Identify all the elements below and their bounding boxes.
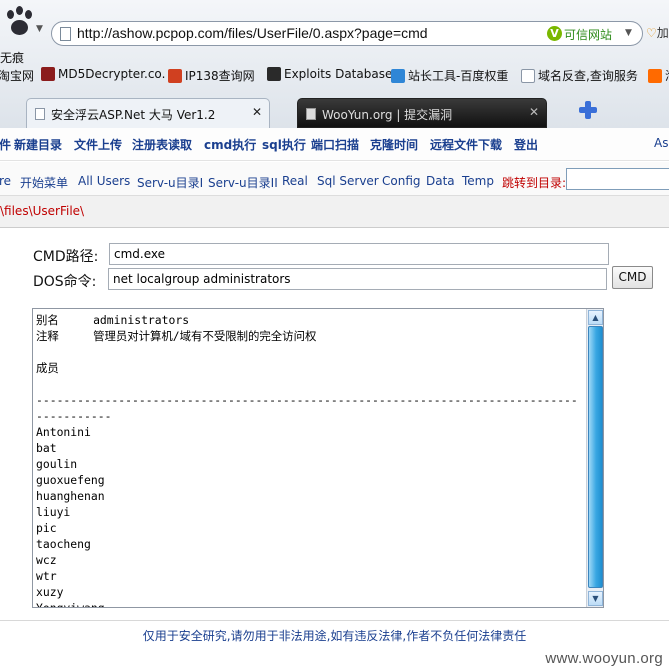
shortcut-item[interactable]: Temp	[462, 174, 494, 188]
shortcut-item[interactable]: Config	[382, 174, 421, 188]
shortcut-item[interactable]: Sql Server	[317, 174, 379, 188]
bookmark-label: Exploits Database	[284, 67, 393, 81]
bookmark-item[interactable]: IP138查询网	[168, 67, 255, 84]
menu-item[interactable]: cmd执行	[204, 136, 256, 153]
menu-item[interactable]: 新建目录	[14, 136, 62, 153]
dos-command-label: DOS命令:	[33, 274, 97, 290]
ip138-icon	[168, 69, 182, 83]
path-bar: \files\UserFile\	[0, 196, 669, 228]
bookmark-label: MD5Decrypter.co.	[58, 67, 166, 81]
bookmark-item[interactable]: 淘宝网	[0, 67, 34, 84]
bookmark-item[interactable]: MD5Decrypter.co.	[41, 67, 165, 81]
tab-active[interactable]: 安全浮云ASP.Net 大马 Ver1.2 ✕	[26, 98, 270, 128]
watermark: www.wooyun.org	[545, 650, 663, 667]
page-icon	[35, 108, 45, 120]
page-icon	[306, 108, 316, 120]
tab-label: 安全浮云ASP.Net 大马 Ver1.2	[51, 108, 216, 122]
disclaimer-footer: 仅用于安全研究,请勿用于非法用途,如有违反法律,作者不负任何法律责任	[142, 629, 527, 643]
toolbar-right-text[interactable]: ♡加	[646, 24, 669, 41]
tab-bar: 安全浮云ASP.Net 大马 Ver1.2 ✕ WooYun.org | 提交漏…	[0, 92, 669, 128]
bookmark-label: 站长工具-百度权重	[408, 69, 509, 83]
close-icon[interactable]: ✕	[252, 105, 262, 119]
new-tab-plus-icon[interactable]	[578, 100, 598, 120]
chinaz-icon	[391, 69, 405, 83]
menu-item[interactable]: 远程文件下载	[430, 136, 502, 153]
taobao-icon	[648, 69, 662, 83]
bookmark-label: IP138查询网	[185, 69, 255, 83]
bookmark-item[interactable]: 域名反查,查询服务	[521, 67, 638, 84]
bookmarks-bar: 淘宝网 MD5Decrypter.co. IP138查询网 Exploits Data…	[0, 64, 669, 86]
scroll-down-icon[interactable]: ▼	[588, 591, 603, 606]
close-icon[interactable]: ✕	[529, 105, 539, 119]
bookmark-item[interactable]: 站长工具-百度权重	[391, 67, 508, 84]
menu-item[interactable]: 克隆时间	[370, 136, 418, 153]
scroll-thumb[interactable]	[588, 326, 603, 588]
menu-item[interactable]: 登出	[514, 136, 538, 153]
cmd-path-label: CMD路径:	[33, 249, 99, 265]
cmd-execute-button[interactable]: CMD	[612, 266, 653, 289]
shortcut-menu: Temp Data Config Sql Server Real Serv-u目录II Se…	[0, 162, 669, 196]
cmd-path-input[interactable]: cmd.exe	[109, 243, 609, 265]
menu-item[interactable]: 注册表读取	[132, 136, 192, 153]
exploitdb-icon	[267, 67, 281, 81]
shortcut-item[interactable]: Serv-u目录II	[208, 174, 278, 191]
trusted-site-icon[interactable]: V	[547, 26, 562, 41]
page-icon	[521, 69, 535, 83]
history-dropdown-icon[interactable]: ▼	[36, 24, 43, 34]
shortcut-item[interactable]: Serv-u目录I	[137, 174, 203, 191]
tab-label: WooYun.org | 提交漏洞	[322, 108, 453, 122]
command-output-textarea[interactable]: 别名 administrators 注释 管理员对计算机/域有不受限制的完全访问…	[32, 308, 604, 608]
address-dropdown-icon[interactable]: ▼	[625, 28, 632, 38]
md5-icon	[41, 67, 55, 81]
bookmark-label: 淘	[665, 69, 669, 83]
command-output-text: 别名 administrators 注释 管理员对计算机/域有不受限制的完全访问…	[36, 313, 578, 608]
page-icon	[60, 27, 71, 41]
footer-divider	[0, 620, 669, 621]
address-bar[interactable]: http://ashow.pcpop.com/files/UserFile/0.…	[51, 21, 643, 46]
scroll-up-icon[interactable]: ▲	[588, 310, 603, 325]
bookmark-item[interactable]: 淘	[648, 67, 669, 84]
current-path[interactable]: \files\UserFile\	[0, 204, 84, 218]
shortcut-item[interactable]: re	[0, 174, 11, 188]
menu-item[interactable]: sql执行	[262, 136, 306, 153]
dos-command-input[interactable]: net localgroup administrators	[108, 268, 607, 290]
browser-chrome: ▼ http://ashow.pcpop.com/files/UserFile/…	[0, 0, 669, 128]
jump-to-dir-label: 跳转到目录:	[502, 176, 567, 190]
address-url[interactable]: http://ashow.pcpop.com/files/UserFile/0.…	[77, 25, 428, 41]
bookmark-label: 域名反查,查询服务	[538, 69, 638, 83]
bookmark-label: 淘宝网	[0, 69, 35, 83]
shortcut-item[interactable]: Real	[282, 174, 308, 188]
tab-inactive[interactable]: WooYun.org | 提交漏洞 ✕	[297, 98, 547, 128]
trusted-site-label[interactable]: 可信网站	[564, 26, 612, 43]
menu-item[interactable]: 端口扫描	[311, 136, 359, 153]
menu-item[interactable]: 文件上传	[74, 136, 122, 153]
shortcut-item[interactable]: All Users	[78, 174, 130, 188]
shortcut-item[interactable]: 开始菜单	[20, 174, 68, 191]
output-scrollbar[interactable]: ▲ ▼	[586, 309, 603, 607]
shortcut-item[interactable]: Data	[426, 174, 455, 188]
bookmark-item[interactable]: Exploits Database	[267, 67, 392, 81]
menu-item[interactable]: As	[654, 136, 668, 150]
main-menu: 件新建目录 文件上传 注册表读取 cmd执行 sql执行 端口扫描 克隆时间 远程文件下载 登出…	[0, 128, 669, 161]
jump-to-dir-input[interactable]	[566, 168, 669, 190]
menu-item[interactable]: 件	[0, 136, 11, 153]
